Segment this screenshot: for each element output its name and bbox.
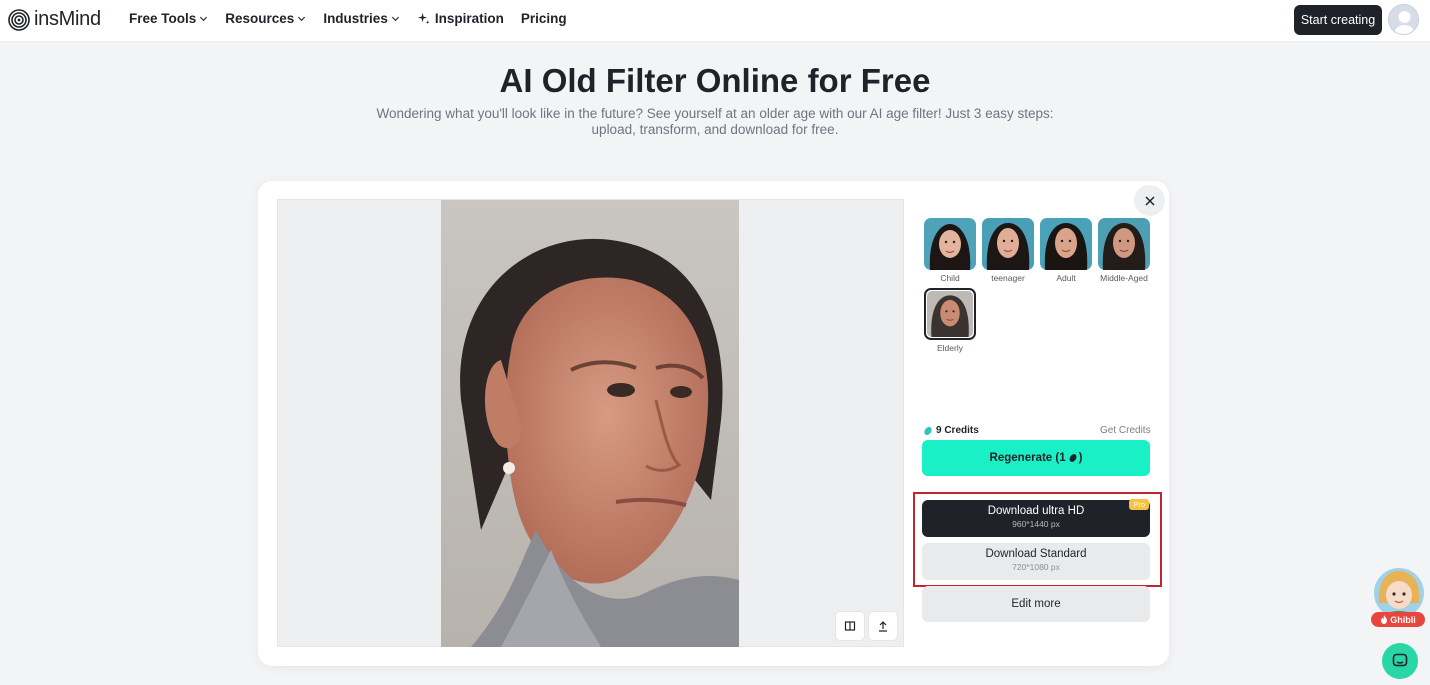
chevron-down-icon bbox=[298, 16, 306, 22]
page-subtitle: Wondering what you'll look like in the f… bbox=[376, 106, 1054, 137]
nav-inspiration[interactable]: Inspiration bbox=[417, 11, 504, 26]
chat-support-button[interactable] bbox=[1382, 643, 1418, 679]
credits-balance: 9 Credits bbox=[923, 425, 979, 436]
style-teenager[interactable]: teenager bbox=[981, 218, 1035, 283]
ghibli-badge[interactable]: Ghibli bbox=[1371, 612, 1425, 627]
elderly-portrait-image bbox=[441, 200, 739, 647]
close-icon bbox=[1144, 195, 1155, 206]
download-hd-label: Download ultra HD bbox=[987, 505, 1085, 517]
credits-label: 9 Credits bbox=[936, 425, 979, 436]
style-label: Middle-Aged bbox=[1100, 273, 1148, 283]
nav-label: Resources bbox=[225, 11, 295, 26]
nav-label: Pricing bbox=[520, 11, 567, 26]
download-standard-size: 720*1080 px bbox=[1012, 562, 1060, 572]
fire-icon bbox=[1381, 615, 1388, 624]
style-label: Adult bbox=[1056, 273, 1076, 283]
result-preview bbox=[277, 199, 904, 647]
user-avatar[interactable] bbox=[1388, 4, 1419, 35]
credit-gem-icon bbox=[1069, 454, 1077, 462]
style-label: Child bbox=[940, 273, 960, 283]
style-child[interactable]: Child bbox=[923, 218, 977, 283]
style-middle-aged[interactable]: Middle-Aged bbox=[1097, 218, 1151, 283]
download-standard-label: Download Standard bbox=[985, 548, 1087, 560]
nav-pricing[interactable]: Pricing bbox=[521, 11, 567, 26]
style-label: Elderly bbox=[937, 343, 963, 353]
editor-card: Child teenager Adult Middle-Aged Elderly bbox=[258, 181, 1169, 666]
style-thumbnail bbox=[1098, 218, 1150, 270]
nav-label: Free Tools bbox=[129, 11, 197, 26]
regenerate-suffix: ) bbox=[1078, 452, 1083, 464]
nav-free-tools[interactable]: Free Tools bbox=[129, 11, 208, 26]
page-title: AI Old Filter Online for Free bbox=[499, 62, 931, 99]
download-ultra-hd-button[interactable]: Download ultra HD 960*1440 px Pro bbox=[922, 499, 1150, 537]
regenerate-button[interactable]: Regenerate (1 ) bbox=[922, 440, 1150, 476]
credit-gem-icon bbox=[924, 426, 932, 435]
style-thumbnail bbox=[924, 288, 976, 340]
style-thumbnail bbox=[924, 218, 976, 270]
result-photo bbox=[441, 200, 739, 647]
nav-industries[interactable]: Industries bbox=[323, 11, 400, 26]
brand-logo[interactable]: insMind bbox=[8, 8, 101, 31]
edit-more-button[interactable]: Edit more bbox=[922, 586, 1150, 622]
style-thumbnail bbox=[982, 218, 1034, 270]
main-nav: Free Tools Resources Industries Inspirat… bbox=[129, 11, 567, 26]
brand-name: insMind bbox=[34, 8, 101, 30]
nav-resources[interactable]: Resources bbox=[225, 11, 306, 26]
nav-label: Inspiration bbox=[434, 11, 504, 26]
style-thumbnail bbox=[1040, 218, 1092, 270]
close-button[interactable] bbox=[1134, 185, 1165, 216]
ghibli-label: Ghibli bbox=[1390, 614, 1416, 625]
ghibli-character-icon bbox=[1374, 568, 1424, 618]
style-label: teenager bbox=[991, 273, 1025, 283]
download-standard-button[interactable]: Download Standard 720*1080 px bbox=[922, 543, 1150, 580]
get-credits-link[interactable]: Get Credits bbox=[1100, 425, 1151, 436]
sparkle-icon bbox=[417, 12, 430, 25]
chevron-down-icon bbox=[391, 16, 399, 22]
chat-icon bbox=[1392, 653, 1408, 667]
style-adult[interactable]: Adult bbox=[1039, 218, 1093, 283]
style-elderly[interactable]: Elderly bbox=[923, 288, 977, 353]
upload-button[interactable] bbox=[868, 611, 898, 641]
top-navbar: insMind Free Tools Resources Industries … bbox=[0, 0, 1430, 42]
upload-icon bbox=[879, 621, 887, 632]
start-creating-button[interactable]: Start creating bbox=[1294, 5, 1382, 35]
logo-spiral-icon bbox=[8, 8, 30, 31]
compare-button[interactable] bbox=[835, 611, 865, 641]
nav-label: Industries bbox=[323, 11, 388, 26]
compare-icon bbox=[844, 621, 856, 631]
avatar-placeholder-icon bbox=[1394, 11, 1415, 34]
chevron-down-icon bbox=[200, 16, 208, 22]
download-hd-size: 960*1440 px bbox=[1012, 519, 1060, 529]
pro-badge: Pro bbox=[1129, 499, 1149, 510]
regenerate-label: Regenerate (1 bbox=[989, 452, 1066, 464]
